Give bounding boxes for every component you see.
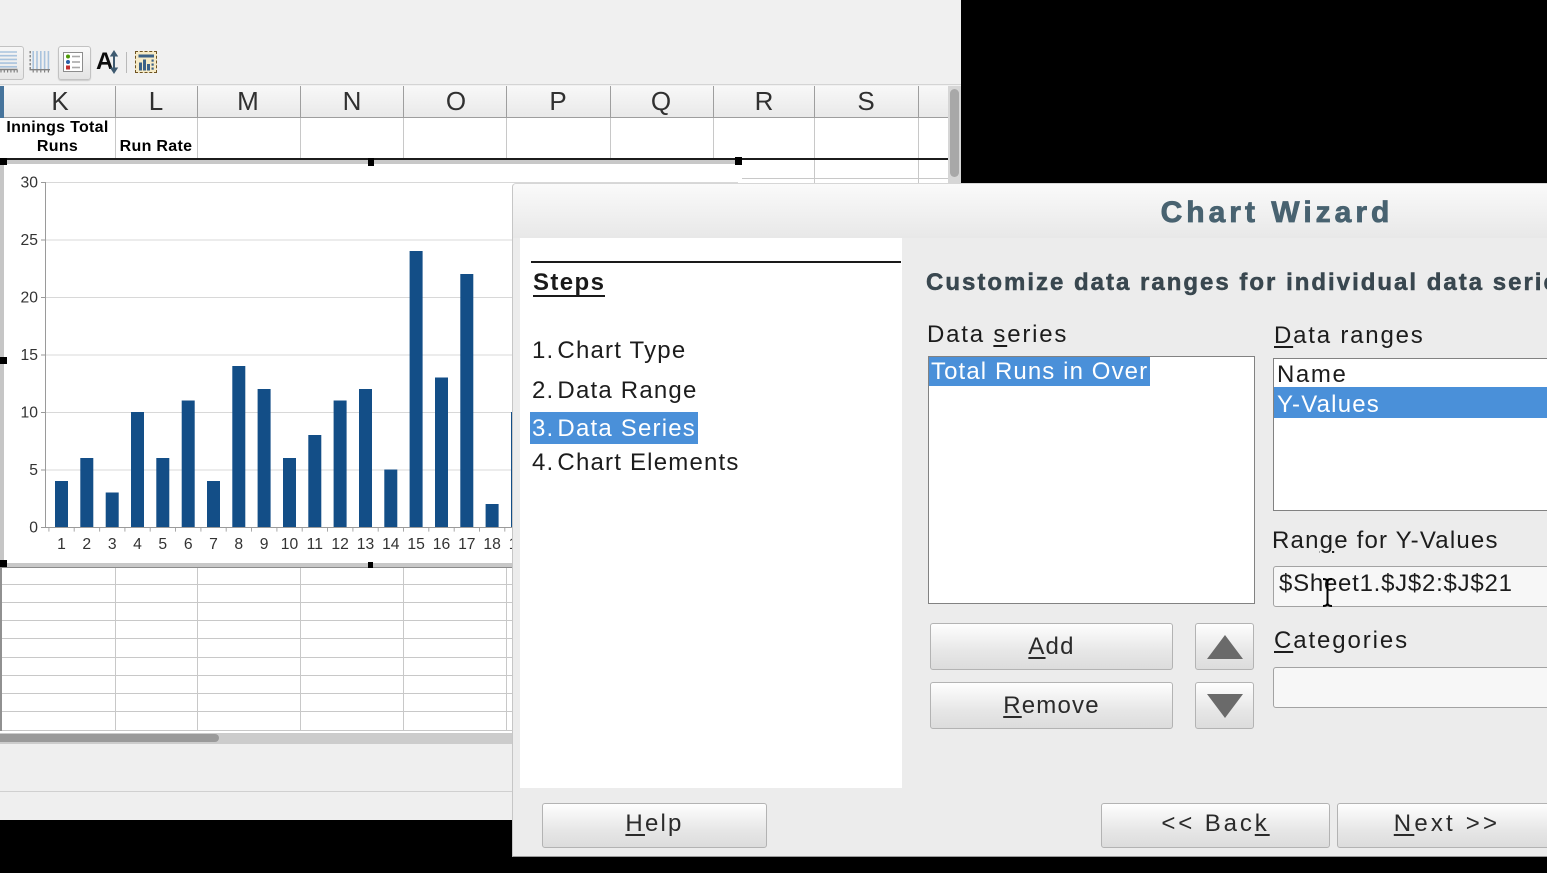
svg-text:17: 17: [458, 536, 475, 553]
svg-text:25: 25: [21, 232, 39, 249]
svg-text:12: 12: [331, 536, 348, 553]
svg-text:1: 1: [57, 536, 66, 553]
svg-text:20: 20: [21, 290, 39, 307]
svg-text:8: 8: [234, 536, 243, 553]
svg-text:5: 5: [158, 536, 167, 553]
svg-text:9: 9: [260, 536, 269, 553]
svg-text:13: 13: [357, 536, 375, 553]
svg-text:30: 30: [21, 175, 39, 192]
svg-text:11: 11: [307, 536, 323, 553]
svg-text:14: 14: [382, 536, 400, 553]
svg-text:4: 4: [133, 536, 142, 553]
svg-text:18: 18: [483, 536, 501, 553]
svg-text:6: 6: [184, 536, 193, 553]
svg-text:3: 3: [108, 536, 117, 553]
svg-text:5: 5: [29, 462, 38, 479]
svg-text:7: 7: [209, 536, 218, 553]
svg-text:15: 15: [407, 536, 425, 553]
svg-text:2: 2: [82, 536, 91, 553]
svg-text:16: 16: [433, 536, 451, 553]
svg-text:0: 0: [29, 520, 38, 537]
svg-text:10: 10: [21, 405, 39, 422]
svg-text:10: 10: [281, 536, 299, 553]
svg-text:15: 15: [21, 347, 39, 364]
